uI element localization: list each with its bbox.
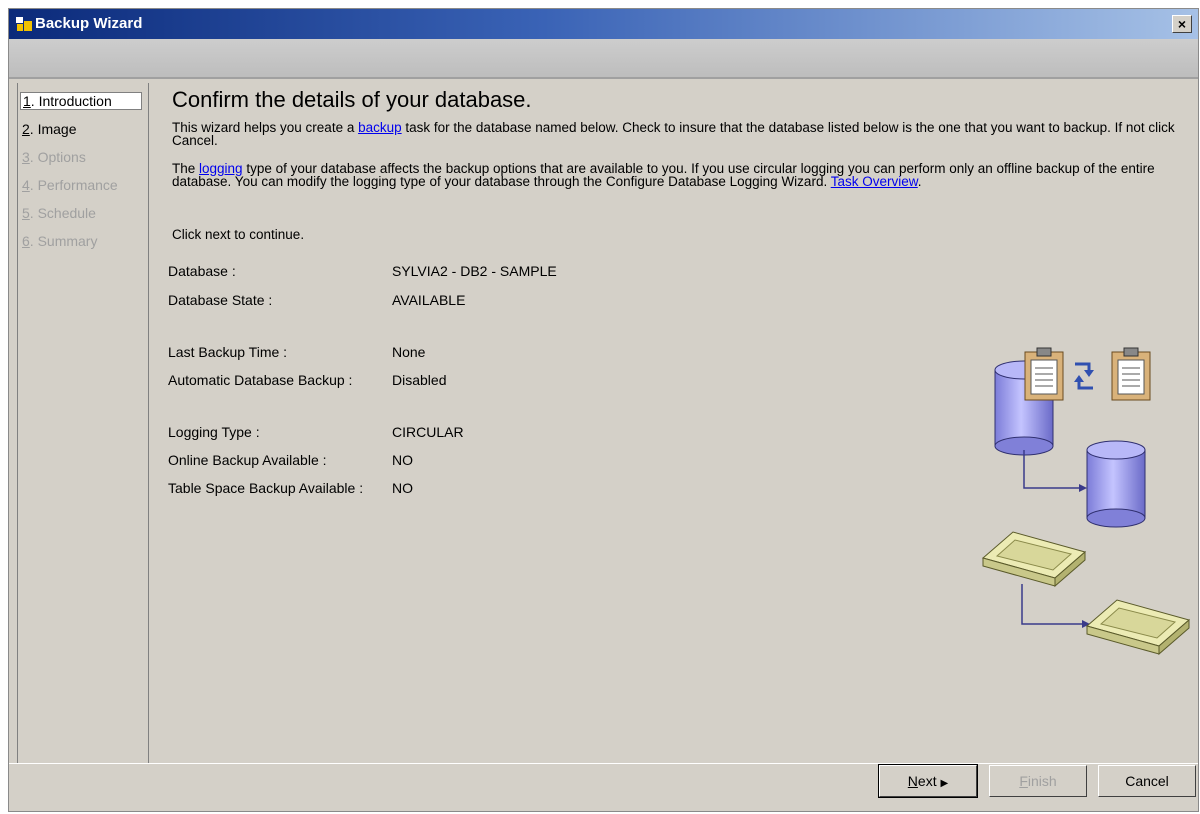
step-number: 6 bbox=[22, 233, 30, 249]
backup-link[interactable]: backup bbox=[358, 120, 402, 135]
tablespace-backup-value: NO bbox=[392, 480, 413, 496]
finish-button: Finish bbox=[989, 765, 1087, 797]
tablespace-backup-label: Table Space Backup Available : bbox=[168, 480, 364, 496]
logging-type-label: Logging Type : bbox=[168, 424, 260, 440]
step-label: . Image bbox=[29, 121, 77, 137]
last-backup-label: Last Backup Time : bbox=[168, 344, 288, 360]
next-mnemonic: N bbox=[907, 773, 918, 789]
step-number: 1 bbox=[23, 93, 31, 109]
title-bar[interactable]: Backup Wizard × bbox=[9, 9, 1198, 39]
backup-illustration bbox=[981, 347, 1190, 656]
wizard-step-list: 1. Introduction 2. Image 3. Options 4. P… bbox=[17, 83, 149, 763]
step-image[interactable]: 2. Image bbox=[22, 121, 77, 137]
database-cylinder-icon bbox=[1086, 440, 1146, 528]
intro-paragraph: This wizard helps you create a backup ta… bbox=[172, 120, 1182, 148]
wizard-app-icon bbox=[16, 17, 32, 31]
auto-backup-label: Automatic Database Backup : bbox=[168, 372, 353, 388]
database-state-value: AVAILABLE bbox=[392, 292, 466, 308]
logging-text-2: type of your database affects the backup… bbox=[172, 161, 1155, 189]
tape-tray-icon bbox=[981, 531, 1087, 588]
online-backup-value: NO bbox=[392, 452, 413, 468]
clipboard-icon bbox=[1111, 347, 1151, 401]
step-label: . Introduction bbox=[30, 93, 112, 109]
step-number: 4 bbox=[22, 177, 30, 193]
step-number: 5 bbox=[22, 205, 30, 221]
window-title: Backup Wizard bbox=[35, 15, 143, 32]
logging-text-3: . bbox=[917, 174, 922, 189]
finish-label: inish bbox=[1027, 773, 1057, 789]
cancel-button[interactable]: Cancel bbox=[1098, 765, 1196, 797]
online-backup-label: Online Backup Available : bbox=[168, 452, 327, 468]
task-overview-link[interactable]: Task Overview bbox=[831, 174, 918, 189]
last-backup-value: None bbox=[392, 344, 426, 360]
continue-instruction: Click next to continue. bbox=[172, 227, 305, 242]
wizard-banner bbox=[9, 39, 1198, 79]
database-state-label: Database State : bbox=[168, 292, 273, 308]
step-options: 3. Options bbox=[22, 149, 86, 165]
step-number: 2 bbox=[22, 121, 30, 137]
next-label: ext bbox=[917, 773, 937, 789]
logging-type-value: CIRCULAR bbox=[392, 424, 464, 440]
tape-tray-icon bbox=[1085, 599, 1190, 656]
close-icon[interactable]: × bbox=[1172, 15, 1192, 33]
database-value: SYLVIA2 - DB2 - SAMPLE bbox=[392, 263, 557, 279]
clipboard-icon bbox=[1024, 347, 1064, 401]
next-arrow-icon: ▶ bbox=[940, 778, 949, 789]
logging-paragraph: The logging type of your database affect… bbox=[172, 161, 1182, 189]
auto-backup-value: Disabled bbox=[392, 372, 447, 388]
step-label: . Performance bbox=[29, 177, 118, 193]
finish-mnemonic: F bbox=[1019, 773, 1028, 789]
database-label: Database : bbox=[168, 263, 236, 279]
step-introduction[interactable]: 1. Introduction bbox=[20, 92, 142, 110]
step-number: 3 bbox=[22, 149, 30, 165]
page-title: Confirm the details of your database. bbox=[172, 87, 532, 112]
next-button[interactable]: Next ▶ bbox=[878, 764, 978, 798]
step-schedule: 5. Schedule bbox=[22, 205, 96, 221]
step-performance: 4. Performance bbox=[22, 177, 118, 193]
step-label: . Schedule bbox=[29, 205, 96, 221]
sync-arrows-icon bbox=[1074, 362, 1094, 390]
step-label: . Summary bbox=[29, 233, 98, 249]
step-label: . Options bbox=[29, 149, 86, 165]
step-summary: 6. Summary bbox=[22, 233, 97, 249]
